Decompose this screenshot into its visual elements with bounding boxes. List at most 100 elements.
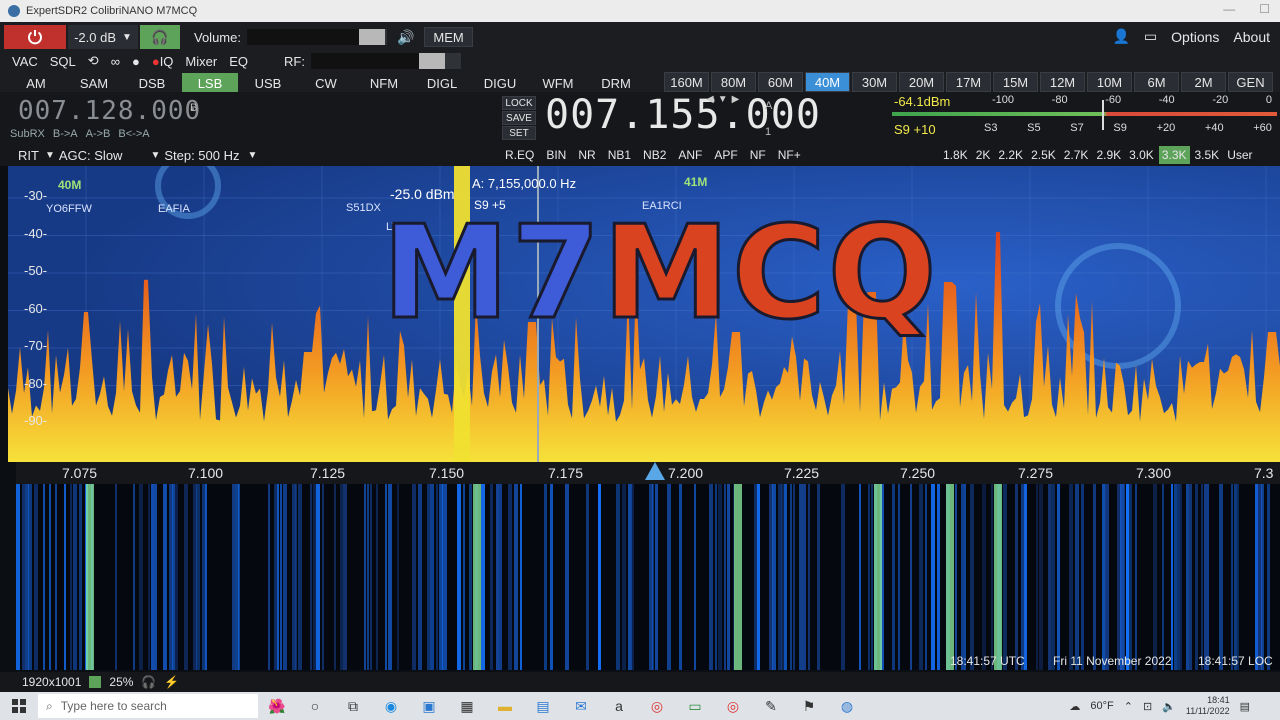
- b-to-a-button[interactable]: B->A: [53, 128, 78, 140]
- chrome-icon-2[interactable]: ◎: [720, 693, 746, 719]
- agc-select[interactable]: AGC: Slow: [59, 148, 123, 163]
- band-15m[interactable]: 15M: [993, 72, 1038, 92]
- mode-cw[interactable]: CW: [298, 73, 354, 93]
- filter-3-0k[interactable]: 3.0K: [1126, 146, 1157, 164]
- file-explorer-icon[interactable]: ▬: [492, 693, 518, 719]
- band-gen[interactable]: GEN: [1228, 72, 1273, 92]
- mixer-button[interactable]: Mixer: [185, 54, 217, 69]
- amazon-icon[interactable]: a: [606, 693, 632, 719]
- subrx-button[interactable]: SubRX: [10, 128, 45, 140]
- vfo-a-frequency[interactable]: 007.155.000: [545, 92, 821, 138]
- user-icon[interactable]: 👤: [1112, 28, 1129, 45]
- mode-usb[interactable]: USB: [240, 73, 296, 93]
- headset-icon[interactable]: 🎧: [141, 675, 156, 689]
- dsp-apf[interactable]: APF: [709, 146, 742, 164]
- dsp-r-eq[interactable]: R.EQ: [500, 146, 539, 164]
- power-button[interactable]: [4, 25, 66, 49]
- maximize-icon[interactable]: ☐: [1259, 2, 1270, 16]
- band-20m[interactable]: 20M: [899, 72, 944, 92]
- vfo-b-frequency[interactable]: 007.128.000: [18, 96, 201, 126]
- mode-digl[interactable]: DIGL: [414, 73, 470, 93]
- dsp-nb1[interactable]: NB1: [603, 146, 636, 164]
- mode-dsb[interactable]: DSB: [124, 73, 180, 93]
- dsp-bin[interactable]: BIN: [541, 146, 571, 164]
- lock-button[interactable]: LOCK: [502, 96, 536, 110]
- expertsdr-icon[interactable]: ◍: [834, 693, 860, 719]
- speaker-icon[interactable]: 🔊: [397, 29, 414, 46]
- dsp-nb2[interactable]: NB2: [638, 146, 671, 164]
- paint-icon[interactable]: ✎: [758, 693, 784, 719]
- filter-2-2k[interactable]: 2.2K: [995, 146, 1026, 164]
- windows-start-icon[interactable]: [0, 692, 38, 720]
- dsp-nr[interactable]: NR: [573, 146, 600, 164]
- options-menu[interactable]: Options: [1171, 29, 1219, 45]
- taskbar-clock[interactable]: 18:41 11/11/2022: [1186, 695, 1230, 717]
- mail-icon[interactable]: ✉: [568, 693, 594, 719]
- taskbar-search-input[interactable]: ⌕ Type here to search: [38, 694, 258, 718]
- mode-wfm[interactable]: WFM: [530, 73, 586, 93]
- filter-2-9k[interactable]: 2.9K: [1093, 146, 1124, 164]
- set-button[interactable]: SET: [502, 126, 536, 140]
- arrow-right-icon[interactable]: ▶: [732, 94, 740, 105]
- dsp-nf[interactable]: NF: [745, 146, 771, 164]
- band-60m[interactable]: 60M: [758, 72, 803, 92]
- band-17m[interactable]: 17M: [946, 72, 991, 92]
- money-icon[interactable]: ▭: [682, 693, 708, 719]
- calculator-icon[interactable]: ▦: [454, 693, 480, 719]
- filter-2k[interactable]: 2K: [973, 146, 994, 164]
- filter-1-8k[interactable]: 1.8K: [940, 146, 971, 164]
- step-select[interactable]: Step: 500 Hz: [164, 148, 239, 163]
- band-30m[interactable]: 30M: [852, 72, 897, 92]
- band-80m[interactable]: 80M: [711, 72, 756, 92]
- dsp-anf[interactable]: ANF: [673, 146, 707, 164]
- mode-nfm[interactable]: NFM: [356, 73, 412, 93]
- flag-icon[interactable]: ⚑: [796, 693, 822, 719]
- iq-button[interactable]: ●IQ: [152, 54, 174, 69]
- band-40m[interactable]: 40M: [805, 72, 850, 92]
- headphones-button[interactable]: 🎧: [140, 25, 180, 49]
- mode-sam[interactable]: SAM: [66, 73, 122, 93]
- volume-slider[interactable]: [246, 29, 387, 45]
- mode-am[interactable]: AM: [8, 73, 64, 93]
- arrow-down-icon[interactable]: ▼: [718, 94, 728, 105]
- notifications-icon[interactable]: ▤: [1240, 700, 1250, 713]
- sync-icon[interactable]: ⚡: [164, 675, 179, 689]
- about-menu[interactable]: About: [1233, 29, 1270, 45]
- band-2m[interactable]: 2M: [1181, 72, 1226, 92]
- app-icon-1[interactable]: ▣: [416, 693, 442, 719]
- pin-icon[interactable]: ●: [132, 54, 140, 69]
- task-view-icon[interactable]: ⧉: [340, 693, 366, 719]
- rf-slider[interactable]: [310, 53, 461, 69]
- volume-icon[interactable]: 🔈: [1162, 700, 1176, 713]
- loop-icon[interactable]: ∞: [111, 54, 120, 69]
- device-icon[interactable]: ▭: [1144, 28, 1157, 45]
- dx-spot-label[interactable]: EAFIA: [158, 203, 190, 215]
- mode-lsb[interactable]: LSB: [182, 73, 238, 93]
- filter-2-7k[interactable]: 2.7K: [1061, 146, 1092, 164]
- sql-button[interactable]: SQL: [50, 54, 76, 69]
- gain-select[interactable]: -2.0 dB ▼: [68, 25, 138, 49]
- edge-icon[interactable]: ◉: [378, 693, 404, 719]
- a-to-b-button[interactable]: A->B: [86, 128, 111, 140]
- minimize-icon[interactable]: —: [1223, 2, 1235, 16]
- band-10m[interactable]: 10M: [1087, 72, 1132, 92]
- store-icon[interactable]: ▤: [530, 693, 556, 719]
- band-12m[interactable]: 12M: [1040, 72, 1085, 92]
- network-icon[interactable]: ⊡: [1143, 700, 1152, 713]
- eq-button[interactable]: EQ: [229, 54, 248, 69]
- mode-digu[interactable]: DIGU: [472, 73, 528, 93]
- swap-vfo-button[interactable]: B<->A: [118, 128, 149, 140]
- dx-spot-label[interactable]: YO6FFW: [46, 203, 92, 215]
- filter-2-5k[interactable]: 2.5K: [1028, 146, 1059, 164]
- vac-button[interactable]: VAC: [12, 54, 38, 69]
- rit-button[interactable]: RIT: [18, 148, 39, 163]
- arrow-left-icon[interactable]: ◀: [706, 94, 714, 105]
- weather-temp[interactable]: 60°F: [1090, 700, 1113, 712]
- weather-icon[interactable]: ☁: [1069, 700, 1080, 713]
- filter-3-3k[interactable]: 3.3K: [1158, 146, 1190, 164]
- dsp-nf-[interactable]: NF+: [773, 146, 806, 164]
- tray-chevron-icon[interactable]: ⌃: [1124, 700, 1133, 713]
- chrome-icon[interactable]: ◎: [644, 693, 670, 719]
- waterfall-panel[interactable]: [16, 484, 1280, 670]
- filter-3-5k[interactable]: 3.5K: [1192, 146, 1223, 164]
